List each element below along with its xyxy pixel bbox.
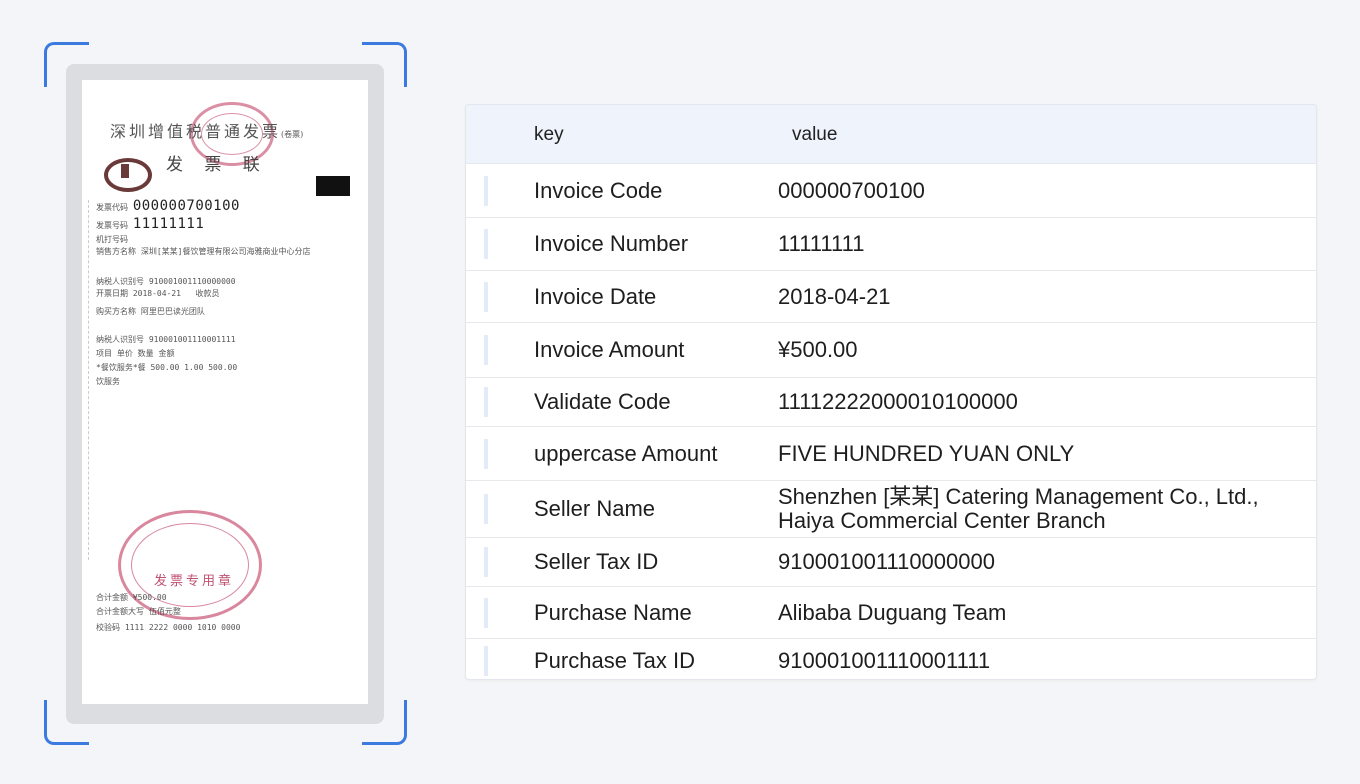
row-value: 910001001110001111 — [778, 648, 991, 673]
table-row: Validate Code 11112222000010100000 — [466, 377, 1316, 426]
row-key: Validate Code — [534, 389, 671, 414]
row-value: Alibaba Duguang Team — [778, 599, 1007, 625]
table-row: Invoice Date 2018-04-21 — [466, 270, 1316, 322]
row-indicator — [484, 387, 488, 417]
row-indicator — [484, 335, 488, 365]
table-row: Purchase Name Alibaba Duguang Team — [466, 586, 1316, 638]
header-key: key — [534, 124, 564, 145]
receipt-total-line: 合计金额 ¥500.00 — [96, 593, 167, 602]
receipt-subtitle: 发 票 联 — [166, 155, 268, 175]
row-indicator — [484, 547, 488, 577]
row-value: Shenzhen [某某] Catering Management Co., L… — [778, 484, 1259, 533]
row-value: 910001001110000000 — [778, 549, 995, 574]
table-row: Seller Name Shenzhen [某某] Catering Manag… — [466, 480, 1316, 537]
receipt-item-sub: 饮服务 — [96, 377, 120, 386]
table-row: Invoice Code 000000700100 — [466, 163, 1316, 217]
row-value: 11112222000010100000 — [778, 389, 1018, 414]
receipt-code-line: 发票代码 000000700100 — [96, 198, 240, 214]
row-indicator — [484, 175, 488, 206]
row-key: Purchase Tax ID — [534, 648, 696, 673]
row-indicator — [484, 438, 488, 469]
invoice-seal-stamp — [118, 510, 262, 620]
stamp-text: 发票专用章 — [154, 574, 235, 589]
table-row: uppercase Amount FIVE HUNDRED YUAN ONLY — [466, 426, 1316, 480]
row-key: Seller Tax ID — [534, 549, 659, 574]
receipt-title: 深圳增值税普通发票(卷票) — [110, 122, 304, 141]
row-key: Invoice Number — [534, 231, 689, 256]
row-indicator — [484, 597, 488, 628]
receipt-check-line: 校验码 1111 2222 0000 1010 0000 — [96, 623, 241, 632]
row-value: 2018-04-21 — [778, 283, 891, 309]
receipt-item-line: *餐饮服务*餐 500.00 1.00 500.00 — [96, 363, 238, 372]
row-key: Invoice Date — [534, 283, 657, 309]
row-indicator — [484, 646, 488, 676]
row-value: 11111111 — [778, 231, 865, 256]
row-indicator — [484, 494, 488, 524]
receipt-items-header: 项目 单价 数量 金额 — [96, 349, 175, 358]
table-header: key value — [466, 105, 1316, 163]
receipt-machine-line: 机打号码 — [96, 235, 128, 244]
result-table: key value Invoice Code 000000700100 Invo… — [465, 104, 1317, 680]
table-row: Invoice Amount ¥500.00 — [466, 322, 1316, 377]
table-row: Purchase Tax ID 910001001110001111 — [466, 638, 1316, 679]
header-value: value — [792, 124, 838, 145]
receipt-total-upper-line: 合计金额大写 伍佰元整 — [96, 607, 181, 616]
table-row: Seller Tax ID 910001001110000000 — [466, 537, 1316, 586]
row-key: Seller Name — [534, 496, 656, 521]
table-row: Invoice Number 11111111 — [466, 217, 1316, 270]
row-indicator — [484, 281, 488, 312]
row-value: FIVE HUNDRED YUAN ONLY — [778, 440, 1075, 466]
row-value: 000000700100 — [778, 177, 925, 203]
receipt-date-line: 开票日期 2018-04-21 收款员 — [96, 289, 220, 298]
row-key: Invoice Amount — [534, 337, 685, 362]
receipt-number-line: 发票号码 11111111 — [96, 216, 205, 232]
receipt-buyer-line: 购买方名称 阿里巴巴读光团队 — [96, 307, 205, 316]
receipt-buyer-tax-line: 纳税人识别号 910001001110001111 — [96, 335, 236, 344]
emblem-icon — [104, 158, 152, 192]
invoice-image: 深圳增值税普通发票(卷票) 发 票 联 发票代码 000000700100 发票… — [82, 80, 368, 704]
document-preview: 深圳增值税普通发票(卷票) 发 票 联 发票代码 000000700100 发票… — [66, 64, 384, 724]
row-key: Invoice Code — [534, 177, 663, 203]
receipt-seller-line: 销售方名称 深圳[某某]餐饮管理有限公司海雅商业中心分店 — [96, 247, 311, 256]
redacted-block — [316, 176, 350, 196]
row-key: uppercase Amount — [534, 440, 718, 466]
row-value: ¥500.00 — [778, 337, 858, 362]
row-key: Purchase Name — [534, 599, 692, 625]
row-indicator — [484, 229, 488, 259]
perforation-line — [88, 200, 91, 560]
receipt-seller-tax-line: 纳税人识别号 910001001110000000 — [96, 277, 236, 286]
